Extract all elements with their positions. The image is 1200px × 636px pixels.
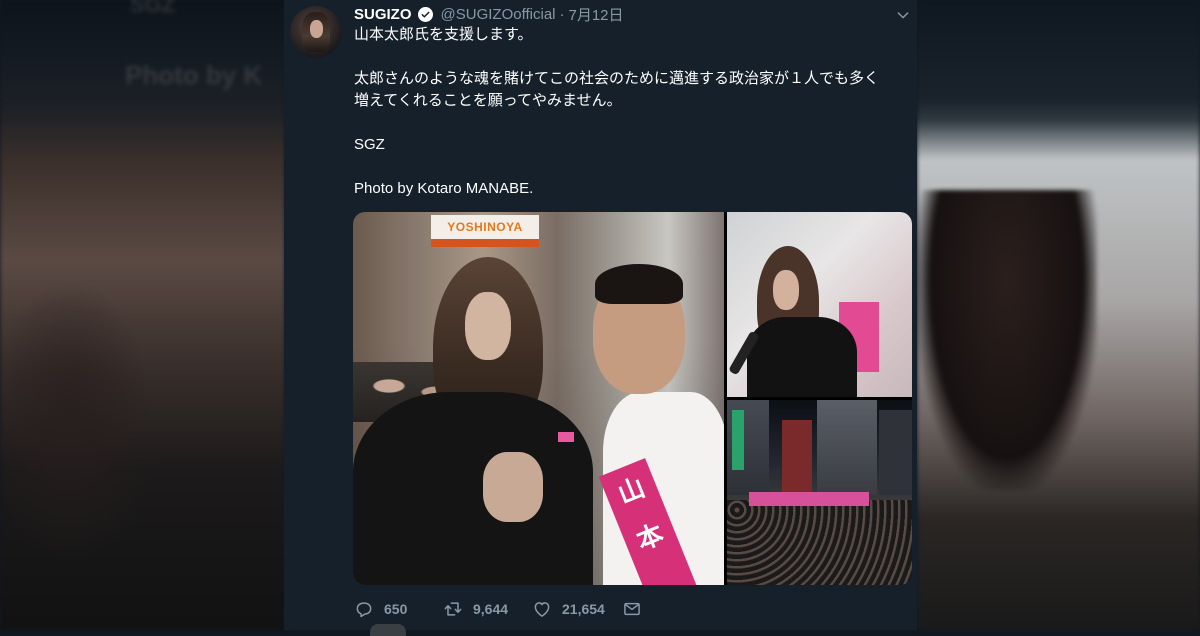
tweet-line-blank	[354, 112, 910, 134]
separator-dot: ·	[559, 5, 565, 23]
next-tweet-avatar-partial	[370, 624, 406, 636]
blurred-figure	[917, 190, 1097, 490]
reply-button[interactable]: 650	[354, 599, 443, 619]
photo-bottom-right[interactable]	[727, 400, 912, 585]
like-count: 21,654	[562, 601, 605, 617]
tweet-date[interactable]: 7月12日	[569, 4, 624, 25]
tweet-actions: 650 9,644 21,654	[354, 598, 642, 620]
direct-message-button[interactable]	[622, 599, 642, 619]
chevron-down-icon[interactable]	[895, 7, 911, 23]
retweet-icon	[444, 602, 462, 616]
tweet-header: SUGIZO @SUGIZOofficial · 7月12日	[354, 4, 624, 24]
ghost-text-sgz: SGZ	[130, 0, 176, 17]
reply-icon	[356, 602, 372, 618]
photo-top-right[interactable]	[727, 212, 912, 397]
verified-icon	[417, 6, 433, 22]
handle[interactable]: @SUGIZOofficial	[441, 6, 556, 23]
blurred-background-left: SGZ Photo by K	[0, 0, 285, 630]
tweet-line: 太郎さんのような魂を賭けてこの社会のために邁進する政治家が１人でも多く	[354, 70, 880, 87]
tweet-line-blank	[354, 156, 910, 178]
photo-main[interactable]: YOSHINOYA 山本	[353, 212, 724, 585]
tweet-text: 山本太郎氏を支援します。 太郎さんのような魂を賭けてこの社会のために邁進する政治…	[354, 24, 910, 200]
tweet-line: 増えてくれることを願ってやみません。	[354, 92, 622, 109]
retweet-count: 9,644	[473, 601, 509, 617]
display-name[interactable]: SUGIZO	[354, 6, 412, 23]
avatar[interactable]	[290, 6, 342, 58]
like-button[interactable]: 21,654	[532, 599, 622, 619]
dm-icon	[624, 602, 640, 616]
tweet-line: Photo by Kotaro MANABE.	[354, 180, 534, 197]
ghost-text-photo: Photo by K	[125, 60, 263, 90]
store-sign: YOSHINOYA	[431, 215, 539, 239]
retweet-button[interactable]: 9,644	[443, 599, 532, 619]
like-icon	[534, 602, 550, 617]
tweet-line: SGZ	[354, 136, 385, 153]
tweet-line: 山本太郎氏を支援します。	[354, 26, 533, 43]
media-grid: YOSHINOYA 山本	[353, 212, 912, 585]
tweet-line-blank	[354, 46, 910, 68]
reply-count: 650	[384, 601, 408, 617]
blurred-background-right	[917, 0, 1200, 630]
